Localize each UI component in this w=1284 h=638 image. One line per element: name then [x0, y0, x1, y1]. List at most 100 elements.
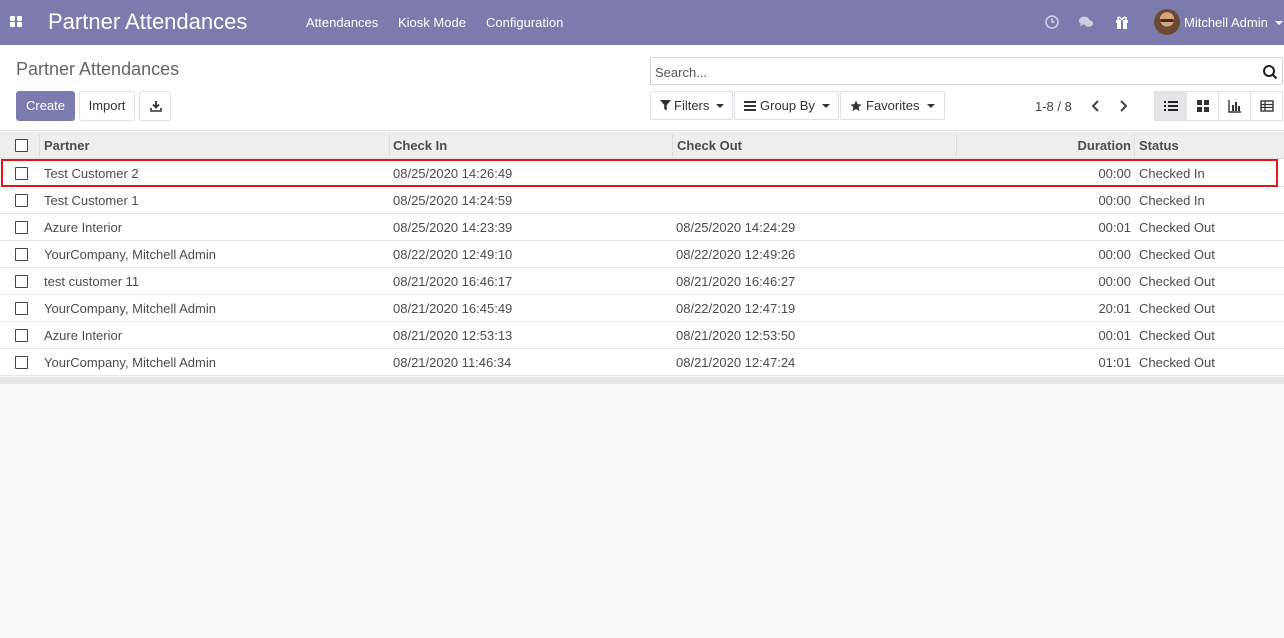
column-header-check-out[interactable]: Check Out [677, 132, 742, 159]
cell-status: Checked In [1139, 166, 1205, 181]
gift-icon[interactable] [1114, 14, 1130, 30]
cell-check-in: 08/21/2020 16:45:49 [393, 301, 513, 316]
group-by-label: Group By [760, 98, 815, 113]
row-checkbox[interactable] [15, 302, 28, 315]
table-row[interactable]: test customer 11 08/21/2020 16:46:17 08/… [0, 268, 1284, 295]
filters-dropdown[interactable]: Filters [650, 91, 733, 120]
chevron-down-icon[interactable] [1275, 21, 1283, 25]
cell-check-out: 08/22/2020 12:47:19 [676, 301, 796, 316]
cell-check-in: 08/21/2020 11:46:34 [393, 355, 512, 370]
list-view-icon [1164, 101, 1178, 111]
table-row[interactable]: Test Customer 1 08/25/2020 14:24:59 00:0… [0, 187, 1284, 214]
apps-grid-icon[interactable] [10, 16, 23, 28]
cell-status: Checked In [1139, 193, 1205, 208]
cell-check-in: 08/22/2020 12:49:10 [393, 247, 513, 262]
filter-icon [660, 100, 671, 111]
kanban-view-button[interactable] [1186, 91, 1219, 121]
cell-partner: YourCompany, Mitchell Admin [44, 301, 216, 316]
cell-duration: 01:01 [1098, 355, 1131, 370]
pivot-view-button[interactable] [1250, 91, 1283, 121]
graph-view-icon [1228, 100, 1241, 113]
star-icon [850, 100, 862, 112]
column-header-status[interactable]: Status [1139, 132, 1179, 159]
table-row[interactable]: Azure Interior 08/21/2020 12:53:13 08/21… [0, 322, 1284, 349]
control-panel: Partner Attendances Create Import Filter… [0, 45, 1284, 131]
select-all-checkbox[interactable] [15, 139, 28, 152]
menu-kiosk-mode[interactable]: Kiosk Mode [398, 15, 466, 30]
cell-duration: 00:01 [1098, 328, 1131, 343]
table-row[interactable]: YourCompany, Mitchell Admin 08/21/2020 1… [0, 295, 1284, 322]
row-checkbox[interactable] [15, 356, 28, 369]
cell-duration: 00:01 [1098, 220, 1131, 235]
row-checkbox[interactable] [15, 167, 28, 180]
chevron-down-icon [927, 104, 935, 108]
table-footer [0, 377, 1284, 384]
chevron-left-icon[interactable] [1088, 97, 1104, 115]
group-by-dropdown[interactable]: Group By [734, 91, 839, 120]
favorites-label: Favorites [866, 98, 920, 113]
cell-partner: Test Customer 2 [44, 166, 139, 181]
cell-check-in: 08/25/2020 14:24:59 [393, 193, 513, 208]
table-row[interactable]: YourCompany, Mitchell Admin 08/21/2020 1… [0, 349, 1284, 376]
cell-status: Checked Out [1139, 274, 1215, 289]
cell-partner: Test Customer 1 [44, 193, 139, 208]
cell-partner: YourCompany, Mitchell Admin [44, 355, 216, 370]
favorites-dropdown[interactable]: Favorites [840, 91, 945, 120]
row-checkbox[interactable] [15, 275, 28, 288]
cell-partner: YourCompany, Mitchell Admin [44, 247, 216, 262]
cell-partner: Azure Interior [44, 328, 123, 343]
row-checkbox[interactable] [15, 194, 28, 207]
table-row[interactable]: Test Customer 2 08/25/2020 14:26:49 00:0… [0, 160, 1284, 187]
menu-configuration[interactable]: Configuration [486, 15, 563, 30]
cell-status: Checked Out [1139, 328, 1215, 343]
list-view-button[interactable] [1154, 91, 1187, 121]
pager-value[interactable]: 1-8 / 8 [1035, 99, 1072, 114]
clock-icon[interactable] [1044, 14, 1060, 30]
download-button[interactable] [139, 91, 171, 121]
table-row[interactable]: YourCompany, Mitchell Admin 08/22/2020 1… [0, 241, 1284, 268]
cell-check-out: 08/25/2020 14:24:29 [676, 220, 796, 235]
chat-bubbles-icon[interactable] [1078, 14, 1094, 30]
column-header-duration[interactable]: Duration [960, 132, 1131, 159]
cell-check-out: 08/21/2020 16:46:27 [676, 274, 796, 289]
menu-attendances[interactable]: Attendances [306, 15, 378, 30]
chevron-right-icon[interactable] [1115, 97, 1131, 115]
row-checkbox[interactable] [15, 248, 28, 261]
cell-duration: 00:00 [1098, 247, 1131, 262]
column-header-partner[interactable]: Partner [44, 132, 90, 159]
cell-status: Checked Out [1139, 301, 1215, 316]
table-row[interactable]: Azure Interior 08/25/2020 14:23:39 08/25… [0, 214, 1284, 241]
table-header: Partner Check In Check Out Duration Stat… [0, 132, 1284, 159]
user-name[interactable]: Mitchell Admin [1184, 15, 1268, 30]
cell-duration: 00:00 [1098, 193, 1131, 208]
top-navbar: Partner Attendances Attendances Kiosk Mo… [0, 0, 1284, 45]
breadcrumb: Partner Attendances [16, 59, 180, 79]
row-checkbox[interactable] [15, 329, 28, 342]
search-input[interactable] [655, 63, 1245, 81]
search-icon[interactable] [1262, 64, 1278, 80]
cell-check-in: 08/25/2020 14:26:49 [393, 166, 513, 181]
chevron-down-icon [716, 104, 724, 108]
cell-check-out: 08/22/2020 12:49:26 [676, 247, 796, 262]
column-header-check-in[interactable]: Check In [393, 132, 447, 159]
cell-duration: 00:00 [1098, 274, 1131, 289]
cell-check-out: 08/21/2020 12:53:50 [676, 328, 796, 343]
cell-check-out: 08/21/2020 12:47:24 [676, 355, 796, 370]
cell-status: Checked Out [1139, 220, 1215, 235]
chevron-down-icon [822, 104, 830, 108]
cell-check-in: 08/25/2020 14:23:39 [393, 220, 513, 235]
create-button[interactable]: Create [16, 91, 75, 121]
list-lines-icon [744, 101, 756, 111]
pivot-view-icon [1260, 100, 1274, 112]
cell-partner: test customer 11 [44, 274, 140, 289]
avatar[interactable] [1154, 9, 1180, 35]
cell-partner: Azure Interior [44, 220, 123, 235]
cell-duration: 20:01 [1098, 301, 1131, 316]
search-bar [650, 57, 1283, 85]
import-button[interactable]: Import [79, 91, 135, 121]
cell-status: Checked Out [1139, 247, 1215, 262]
app-title: Partner Attendances [48, 9, 248, 34]
row-checkbox[interactable] [15, 221, 28, 234]
graph-view-button[interactable] [1218, 91, 1251, 121]
cell-status: Checked Out [1139, 355, 1215, 370]
